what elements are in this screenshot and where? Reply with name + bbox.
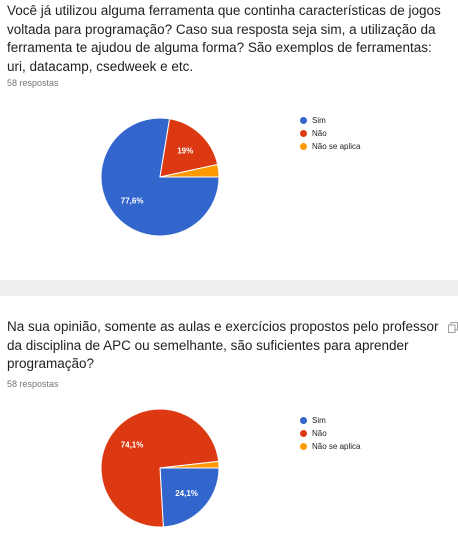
data-label: 74,1%: [121, 440, 144, 449]
legend-item-nao-se-aplica: Não se aplica: [300, 440, 360, 453]
data-label: 19%: [177, 146, 193, 155]
legend-swatch: [300, 143, 307, 150]
legend-label: Sim: [312, 116, 326, 125]
question-card-2: Na sua opinião, somente as aulas e exerc…: [0, 296, 458, 539]
question-card-1: Você já utilizou alguma ferramenta que c…: [0, 0, 458, 280]
legend-item-nao: Não: [300, 127, 360, 140]
data-label: 77,6%: [121, 197, 144, 206]
legend-swatch: [300, 417, 307, 424]
legend-label: Não se aplica: [312, 442, 361, 451]
legend-swatch: [300, 430, 307, 437]
pie-chart: 77,6% 19%: [100, 117, 220, 237]
legend-label: Não se aplica: [312, 142, 361, 151]
legend-item-sim: Sim: [300, 414, 360, 427]
legend-swatch: [300, 117, 307, 124]
legend-swatch: [300, 443, 307, 450]
chart-legend: Sim Não Não se aplica: [300, 414, 360, 453]
legend-item-nao: Não: [300, 427, 360, 440]
legend-label: Não: [312, 429, 327, 438]
pie-chart: 24,1% 74,1%: [100, 408, 220, 528]
legend-item-sim: Sim: [300, 114, 360, 127]
card-separator: [0, 280, 458, 296]
data-label: 24,1%: [175, 489, 198, 498]
legend-label: Não: [312, 129, 327, 138]
chart-legend: Sim Não Não se aplica: [300, 114, 360, 153]
legend-item-nao-se-aplica: Não se aplica: [300, 140, 360, 153]
legend-label: Sim: [312, 416, 326, 425]
legend-swatch: [300, 130, 307, 137]
